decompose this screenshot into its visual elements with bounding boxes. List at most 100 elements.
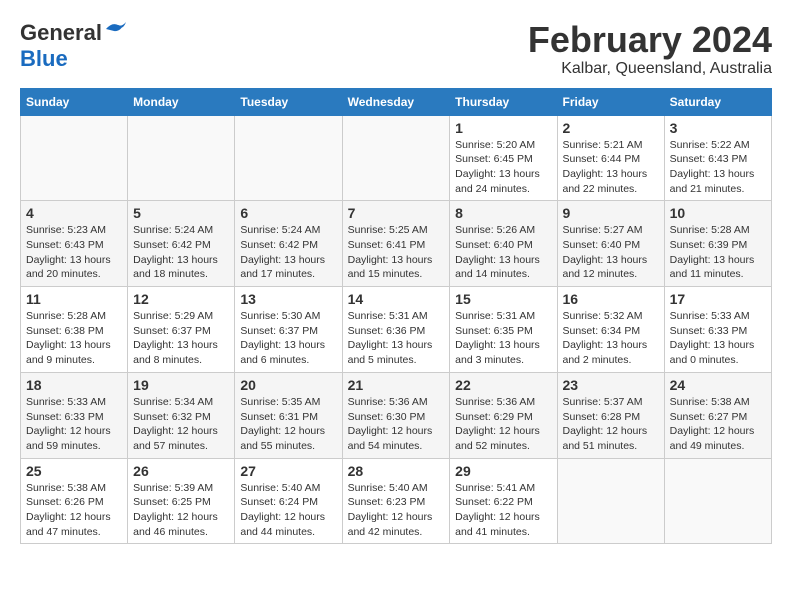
calendar-cell: 18Sunrise: 5:33 AM Sunset: 6:33 PM Dayli…	[21, 372, 128, 458]
day-number: 16	[563, 291, 659, 307]
weekday-header-wednesday: Wednesday	[342, 88, 450, 115]
day-number: 5	[133, 205, 229, 221]
calendar-week-row: 11 Sunrise: 5:28 AM Sunset: 6:38 PM Dayli…	[21, 287, 772, 373]
day-info: Sunrise: 5:34 AM Sunset: 6:32 PM Dayligh…	[133, 395, 229, 454]
calendar-cell: 9 Sunrise: 5:27 AM Sunset: 6:40 PM Daylig…	[557, 201, 664, 287]
calendar-cell	[342, 115, 450, 201]
calendar-cell: 2 Sunrise: 5:21 AM Sunset: 6:44 PM Daylig…	[557, 115, 664, 201]
day-info: Sunrise: 5:38 AM Sunset: 6:26 PM Dayligh…	[26, 481, 122, 540]
logo: General Blue	[20, 20, 126, 72]
day-number: 26	[133, 463, 229, 479]
calendar-cell: 20 Sunrise: 5:35 AM Sunset: 6:31 PM Dayli…	[235, 372, 342, 458]
calendar-week-row: 25 Sunrise: 5:38 AM Sunset: 6:26 PM Dayli…	[21, 458, 772, 544]
day-info: Sunrise: 5:22 AM Sunset: 6:43 PM Dayligh…	[670, 138, 766, 197]
calendar-cell	[235, 115, 342, 201]
calendar-cell: 16 Sunrise: 5:32 AM Sunset: 6:34 PM Dayli…	[557, 287, 664, 373]
calendar-cell: 27 Sunrise: 5:40 AM Sunset: 6:24 PM Dayli…	[235, 458, 342, 544]
calendar-week-row: 18Sunrise: 5:33 AM Sunset: 6:33 PM Dayli…	[21, 372, 772, 458]
logo-general: General	[20, 20, 102, 46]
day-info: Sunrise: 5:33 AM Sunset: 6:33 PM Dayligh…	[26, 395, 122, 454]
day-number: 15	[455, 291, 551, 307]
calendar-cell: 11 Sunrise: 5:28 AM Sunset: 6:38 PM Dayli…	[21, 287, 128, 373]
day-number: 2	[563, 120, 659, 136]
day-info: Sunrise: 5:30 AM Sunset: 6:37 PM Dayligh…	[240, 309, 336, 368]
day-info: Sunrise: 5:31 AM Sunset: 6:35 PM Dayligh…	[455, 309, 551, 368]
calendar-cell	[21, 115, 128, 201]
day-info: Sunrise: 5:24 AM Sunset: 6:42 PM Dayligh…	[133, 223, 229, 282]
day-number: 11	[26, 291, 122, 307]
title-section: February 2024 Kalbar, Queensland, Austra…	[528, 20, 772, 78]
day-info: Sunrise: 5:31 AM Sunset: 6:36 PM Dayligh…	[348, 309, 445, 368]
day-number: 23	[563, 377, 659, 393]
day-info: Sunrise: 5:37 AM Sunset: 6:28 PM Dayligh…	[563, 395, 659, 454]
day-info: Sunrise: 5:40 AM Sunset: 6:24 PM Dayligh…	[240, 481, 336, 540]
day-number: 22	[455, 377, 551, 393]
day-number: 1	[455, 120, 551, 136]
day-number: 9	[563, 205, 659, 221]
calendar-subtitle: Kalbar, Queensland, Australia	[528, 60, 772, 78]
calendar-cell: 19 Sunrise: 5:34 AM Sunset: 6:32 PM Dayli…	[128, 372, 235, 458]
day-info: Sunrise: 5:39 AM Sunset: 6:25 PM Dayligh…	[133, 481, 229, 540]
calendar-cell: 6 Sunrise: 5:24 AM Sunset: 6:42 PM Daylig…	[235, 201, 342, 287]
day-number: 25	[26, 463, 122, 479]
day-number: 20	[240, 377, 336, 393]
day-number: 21	[348, 377, 445, 393]
day-info: Sunrise: 5:38 AM Sunset: 6:27 PM Dayligh…	[670, 395, 766, 454]
calendar-cell	[128, 115, 235, 201]
weekday-header-row: SundayMondayTuesdayWednesdayThursdayFrid…	[21, 88, 772, 115]
calendar-cell: 23 Sunrise: 5:37 AM Sunset: 6:28 PM Dayli…	[557, 372, 664, 458]
day-info: Sunrise: 5:28 AM Sunset: 6:39 PM Dayligh…	[670, 223, 766, 282]
day-number: 27	[240, 463, 336, 479]
calendar-week-row: 4 Sunrise: 5:23 AM Sunset: 6:43 PM Daylig…	[21, 201, 772, 287]
calendar-cell: 24 Sunrise: 5:38 AM Sunset: 6:27 PM Dayli…	[664, 372, 771, 458]
day-info: Sunrise: 5:24 AM Sunset: 6:42 PM Dayligh…	[240, 223, 336, 282]
day-info: Sunrise: 5:25 AM Sunset: 6:41 PM Dayligh…	[348, 223, 445, 282]
day-number: 24	[670, 377, 766, 393]
day-info: Sunrise: 5:40 AM Sunset: 6:23 PM Dayligh…	[348, 481, 445, 540]
calendar-cell	[664, 458, 771, 544]
calendar-cell: 1 Sunrise: 5:20 AM Sunset: 6:45 PM Daylig…	[450, 115, 557, 201]
day-info: Sunrise: 5:20 AM Sunset: 6:45 PM Dayligh…	[455, 138, 551, 197]
calendar-week-row: 1 Sunrise: 5:20 AM Sunset: 6:45 PM Daylig…	[21, 115, 772, 201]
day-number: 29	[455, 463, 551, 479]
weekday-header-thursday: Thursday	[450, 88, 557, 115]
day-number: 6	[240, 205, 336, 221]
calendar-table: SundayMondayTuesdayWednesdayThursdayFrid…	[20, 88, 772, 545]
calendar-cell: 12 Sunrise: 5:29 AM Sunset: 6:37 PM Dayli…	[128, 287, 235, 373]
day-info: Sunrise: 5:28 AM Sunset: 6:38 PM Dayligh…	[26, 309, 122, 368]
calendar-cell: 21Sunrise: 5:36 AM Sunset: 6:30 PM Dayli…	[342, 372, 450, 458]
day-info: Sunrise: 5:36 AM Sunset: 6:29 PM Dayligh…	[455, 395, 551, 454]
calendar-cell: 5 Sunrise: 5:24 AM Sunset: 6:42 PM Daylig…	[128, 201, 235, 287]
day-info: Sunrise: 5:41 AM Sunset: 6:22 PM Dayligh…	[455, 481, 551, 540]
day-number: 19	[133, 377, 229, 393]
calendar-cell: 7Sunrise: 5:25 AM Sunset: 6:41 PM Daylig…	[342, 201, 450, 287]
day-number: 4	[26, 205, 122, 221]
day-number: 12	[133, 291, 229, 307]
weekday-header-monday: Monday	[128, 88, 235, 115]
day-info: Sunrise: 5:29 AM Sunset: 6:37 PM Dayligh…	[133, 309, 229, 368]
calendar-cell	[557, 458, 664, 544]
weekday-header-friday: Friday	[557, 88, 664, 115]
day-info: Sunrise: 5:33 AM Sunset: 6:33 PM Dayligh…	[670, 309, 766, 368]
day-info: Sunrise: 5:32 AM Sunset: 6:34 PM Dayligh…	[563, 309, 659, 368]
weekday-header-tuesday: Tuesday	[235, 88, 342, 115]
day-number: 8	[455, 205, 551, 221]
day-info: Sunrise: 5:35 AM Sunset: 6:31 PM Dayligh…	[240, 395, 336, 454]
logo-bird-icon	[104, 20, 126, 38]
weekday-header-sunday: Sunday	[21, 88, 128, 115]
page-header: General Blue February 2024 Kalbar, Queen…	[20, 20, 772, 78]
day-info: Sunrise: 5:21 AM Sunset: 6:44 PM Dayligh…	[563, 138, 659, 197]
calendar-cell: 26 Sunrise: 5:39 AM Sunset: 6:25 PM Dayli…	[128, 458, 235, 544]
day-number: 28	[348, 463, 445, 479]
day-number: 17	[670, 291, 766, 307]
day-info: Sunrise: 5:27 AM Sunset: 6:40 PM Dayligh…	[563, 223, 659, 282]
calendar-cell: 25 Sunrise: 5:38 AM Sunset: 6:26 PM Dayli…	[21, 458, 128, 544]
calendar-cell: 13 Sunrise: 5:30 AM Sunset: 6:37 PM Dayli…	[235, 287, 342, 373]
calendar-cell: 3Sunrise: 5:22 AM Sunset: 6:43 PM Daylig…	[664, 115, 771, 201]
calendar-cell: 4 Sunrise: 5:23 AM Sunset: 6:43 PM Daylig…	[21, 201, 128, 287]
day-number: 13	[240, 291, 336, 307]
calendar-cell: 22 Sunrise: 5:36 AM Sunset: 6:29 PM Dayli…	[450, 372, 557, 458]
calendar-cell: 29 Sunrise: 5:41 AM Sunset: 6:22 PM Dayli…	[450, 458, 557, 544]
calendar-cell: 28 Sunrise: 5:40 AM Sunset: 6:23 PM Dayli…	[342, 458, 450, 544]
day-info: Sunrise: 5:23 AM Sunset: 6:43 PM Dayligh…	[26, 223, 122, 282]
